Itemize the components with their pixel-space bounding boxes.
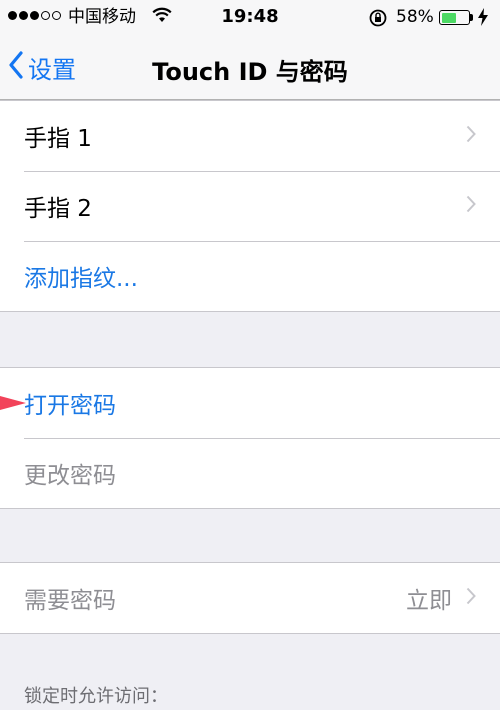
allow-access-when-locked-header: 锁定时允许访问： bbox=[24, 686, 168, 707]
chevron-right-icon bbox=[466, 193, 476, 219]
change-passcode-button[interactable]: 更改密码 bbox=[0, 438, 500, 508]
chevron-right-icon bbox=[466, 123, 476, 149]
rotation-lock-icon bbox=[368, 8, 388, 34]
turn-passcode-on-label: 打开密码 bbox=[24, 393, 116, 419]
charging-bolt-icon bbox=[477, 8, 489, 32]
status-bar: 中国移动 19:48 58% bbox=[0, 0, 500, 36]
battery-icon bbox=[439, 10, 470, 25]
fingerprint-row-1[interactable]: 手指 1 bbox=[0, 101, 500, 171]
require-passcode-value: 立即 bbox=[406, 588, 452, 614]
add-fingerprint-label: 添加指纹... bbox=[24, 266, 138, 292]
passcode-group: 打开密码 更改密码 bbox=[0, 367, 500, 509]
require-passcode-row[interactable]: 需要密码 立即 bbox=[0, 563, 500, 633]
fingerprint-label: 手指 1 bbox=[24, 126, 92, 152]
fingerprint-row-2[interactable]: 手指 2 bbox=[0, 171, 500, 241]
add-fingerprint-button[interactable]: 添加指纹... bbox=[0, 241, 500, 311]
fingerprints-group: 手指 1 手指 2 添加指纹... bbox=[0, 100, 500, 312]
fingerprint-label: 手指 2 bbox=[24, 196, 92, 222]
chevron-right-icon bbox=[466, 585, 476, 611]
red-arrow-pointer-icon bbox=[0, 393, 28, 417]
turn-passcode-on-button[interactable]: 打开密码 bbox=[0, 368, 500, 438]
page-title: Touch ID 与密码 bbox=[152, 58, 348, 86]
require-passcode-label: 需要密码 bbox=[24, 588, 116, 614]
battery-percentage: 58% bbox=[396, 7, 434, 27]
battery-cap bbox=[470, 14, 473, 21]
battery-level-fill bbox=[441, 12, 456, 23]
navigation-bar: 设置 Touch ID 与密码 bbox=[0, 36, 500, 100]
change-passcode-label: 更改密码 bbox=[24, 463, 116, 489]
require-passcode-group: 需要密码 立即 bbox=[0, 562, 500, 634]
